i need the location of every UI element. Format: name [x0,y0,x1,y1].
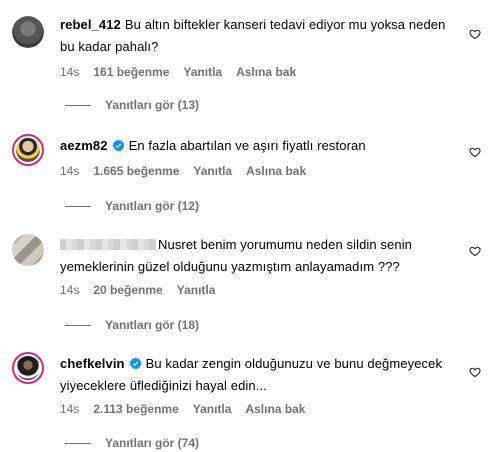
view-replies-button[interactable]: Yanıtları gör (12) [65,198,199,214]
reply-button[interactable]: Yanıtla [183,65,222,79]
reply-button[interactable]: Yanıtla [193,164,232,178]
avatar[interactable] [12,352,44,384]
comment-username[interactable]: chefkelvin [60,356,125,371]
comment-username[interactable]: aezm82 [60,138,108,153]
view-replies-label: Yanıtları gör (13) [105,98,200,112]
see-translation-button[interactable]: Aslına bak [245,402,305,416]
comment-time: 14s [60,402,80,416]
view-replies-label: Yanıtları gör (18) [105,318,200,332]
comment-body: Nusret benim yorumumu neden sildin senin… [60,234,450,278]
reply-button[interactable]: Yanıtla [193,402,232,416]
comment-meta: 14s 1.665 beğenme Yanıtla Aslına bak [60,163,306,179]
reply-button[interactable]: Yanıtla [177,283,216,297]
like-count[interactable]: 1.665 beğenme [93,164,179,178]
view-replies-button[interactable]: Yanıtları gör (74) [65,435,199,451]
view-replies-button[interactable]: Yanıtları gör (13) [65,97,199,113]
comment-body: aezm82 En fazla abartılan ve aşırı fiyatl… [60,135,450,157]
heart-outline-icon[interactable] [469,366,481,378]
heart-outline-icon[interactable] [469,245,481,257]
comment-time: 14s [60,65,80,79]
like-count[interactable]: 2.113 beğenme [93,402,178,416]
comment-body: rebel_412 Bu altın biftekler kanseri teda… [60,14,450,58]
comment-meta: 14s 20 beğenme Yanıtla [60,282,215,298]
heart-outline-icon[interactable] [469,28,481,40]
view-replies-label: Yanıtları gör (74) [105,436,200,450]
comment-time: 14s [60,283,80,297]
comment-text: En fazla abartılan ve aşırı fiyatlı rest… [128,138,366,153]
verified-badge-icon [112,139,125,152]
comment-time: 14s [60,164,80,178]
like-count[interactable]: 161 beğenme [93,65,169,79]
divider [65,324,91,326]
see-translation-button[interactable]: Aslına bak [246,164,306,178]
like-count[interactable]: 20 beğenme [93,283,162,297]
avatar[interactable] [12,234,44,266]
divider [65,205,91,207]
comment-meta: 14s 161 beğenme Yanıtla Aslına bak [60,64,296,80]
heart-outline-icon[interactable] [469,146,481,158]
comment-username[interactable]: rebel_412 [60,17,121,32]
comment-meta: 14s 2.113 beğenme Yanıtla Aslına bak [60,401,305,417]
avatar[interactable] [12,16,44,48]
divider [65,442,91,444]
view-replies-button[interactable]: Yanıtları gör (18) [65,317,199,333]
view-replies-label: Yanıtları gör (12) [105,199,200,213]
divider [65,104,91,106]
see-translation-button[interactable]: Aslına bak [236,65,296,79]
verified-badge-icon [129,357,142,370]
avatar[interactable] [12,134,44,166]
comment-body: chefkelvin Bu kadar zengin olduğunuzu ve … [60,353,450,397]
redacted-username [60,239,156,250]
